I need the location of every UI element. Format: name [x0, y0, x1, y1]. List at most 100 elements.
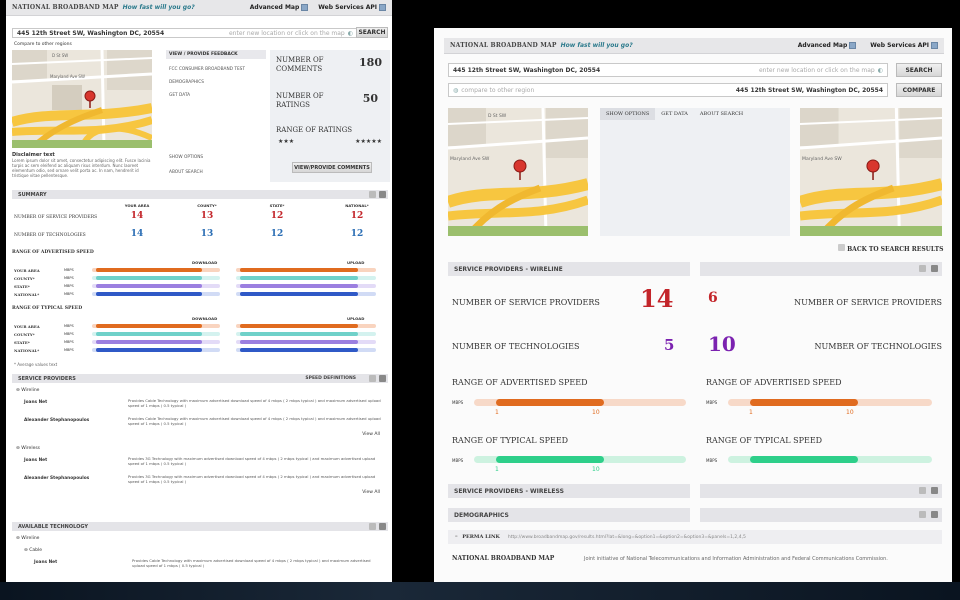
search-button[interactable]: SEARCH [896, 63, 942, 77]
collapse-icon[interactable] [369, 375, 376, 382]
summary-header[interactable]: SUMMARY [12, 190, 388, 199]
provider-name[interactable]: Joans Net [24, 458, 47, 463]
provider-name[interactable]: Alexander Stephanopoulos [24, 418, 89, 423]
wireless-toggle[interactable]: ⊖ Wireless [16, 446, 40, 451]
wireline-header-compare[interactable] [700, 262, 942, 276]
provider-description: Provides Cable Technology with maximum a… [128, 398, 381, 408]
feedback-menu-item[interactable]: VIEW / PROVIDE FEEDBACK [166, 50, 266, 59]
footer-brand[interactable]: NATIONAL BROADBAND MAP [452, 555, 554, 562]
providers-label-compare: NUMBER OF SERVICE PROVIDERS [794, 298, 942, 307]
stars-low: ★★★ [278, 138, 295, 145]
typ-speed-label-compare: RANGE OF TYPICAL SPEED [706, 436, 823, 445]
wireline-toggle[interactable]: ⊖ Wireline [16, 388, 39, 393]
speed-bar [240, 268, 358, 272]
help-icon[interactable] [379, 523, 386, 530]
advanced-map-link[interactable]: Advanced Map [250, 4, 309, 11]
speed-bar [96, 276, 202, 280]
wireline-header[interactable]: SERVICE PROVIDERS - WIRELINE [448, 262, 690, 276]
unit-label: MBPS [706, 458, 718, 463]
search-button[interactable]: SEARCH [356, 27, 388, 38]
collapse-icon[interactable] [369, 191, 376, 198]
demographics-header[interactable]: DEMOGRAPHICS [448, 508, 690, 522]
speed-row-label: NATIONAL* [14, 348, 40, 353]
speed-definitions-link[interactable]: SPEED DEFINITIONS [305, 376, 356, 381]
consumer-test-menu-item[interactable]: FCC CONSUMER BROADBAND TEST [166, 59, 266, 72]
map-view-left[interactable]: Maryland Ave SW D St SW [448, 108, 588, 236]
provider-name[interactable]: Alexander Stephanopoulos [24, 476, 89, 481]
speed-row-label: YOUR AREA [14, 268, 40, 273]
typ-speed-bar [496, 456, 604, 463]
service-providers-header[interactable]: SERVICE PROVIDERS SPEED DEFINITIONS [12, 374, 388, 383]
help-icon[interactable] [931, 511, 938, 518]
tech-value-compare: 10 [708, 332, 736, 356]
collapse-icon[interactable] [919, 511, 926, 518]
svg-text:D St SW: D St SW [52, 53, 68, 58]
map-view-right[interactable]: Maryland Ave SW [800, 108, 942, 236]
tab-show-options[interactable]: SHOW OPTIONS [600, 108, 656, 120]
tab-get-data[interactable]: GET DATA [655, 108, 694, 120]
typ-speed-label: RANGE OF TYPICAL SPEED [452, 436, 569, 445]
speed-bar [240, 340, 358, 344]
tagline: How fast will you go? [122, 4, 195, 11]
compare-input[interactable]: ◍ compare to other region 445 12th Stree… [448, 83, 888, 97]
compare-link[interactable]: Compare to other regions [14, 42, 72, 47]
unit-label: MBPS [64, 276, 74, 280]
brand-title[interactable]: National Broadband Map [450, 42, 557, 49]
tech-cable-toggle[interactable]: ⊖ Cable [24, 548, 42, 553]
speed-row-label: COUNTY* [14, 276, 35, 281]
wireless-header-compare[interactable] [700, 484, 942, 498]
typical-speed-block: RANGE OF TYPICAL SPEED DOWNLOAD UPLOAD Y… [12, 306, 388, 358]
map-view[interactable]: Maryland Ave SW D St SW [12, 50, 152, 148]
providers-label: NUMBER OF SERVICE PROVIDERS [452, 298, 600, 307]
mouse-icon: ◐ [877, 66, 883, 74]
footer-text: Joint initiative of National Telecommuni… [584, 556, 888, 562]
ratings-label: NUMBER OF RATINGS [276, 92, 324, 109]
search-input[interactable]: 445 12th Street SW, Washington DC, 20554… [448, 63, 888, 77]
show-options-menu-item[interactable]: SHOW OPTIONS [169, 155, 203, 160]
demographics-header-compare[interactable] [700, 508, 942, 522]
speed-bar [96, 324, 202, 328]
help-icon[interactable] [931, 265, 938, 272]
collapse-icon[interactable] [369, 523, 376, 530]
help-icon[interactable] [379, 191, 386, 198]
view-all-link[interactable]: View All [362, 432, 380, 437]
provider-name[interactable]: Joans Net [24, 400, 47, 405]
get-data-menu-item[interactable]: GET DATA [166, 85, 266, 98]
desktop-background [0, 582, 960, 600]
speed-bar [96, 332, 202, 336]
collapse-icon[interactable] [919, 487, 926, 494]
view-all-link[interactable]: View All [362, 490, 380, 495]
brand-title[interactable]: National Broadband Map [12, 4, 119, 11]
collapse-icon[interactable] [919, 265, 926, 272]
tab-about-search[interactable]: ABOUT SEARCH [694, 108, 749, 120]
range-ratings-label: RANGE OF RATINGS [276, 126, 353, 134]
speed-bar [240, 292, 358, 296]
help-icon[interactable] [931, 487, 938, 494]
wireless-header[interactable]: SERVICE PROVIDERS - WIRELESS [448, 484, 690, 498]
speed-row-label: STATE* [14, 340, 30, 345]
about-search-menu-item[interactable]: ABOUT SEARCH [169, 170, 203, 175]
search-input[interactable]: 445 12th Street SW, Washington DC, 20554… [12, 28, 358, 38]
api-icon [931, 42, 938, 49]
unit-label: MBPS [64, 268, 74, 272]
tech-wireline-toggle[interactable]: ⊖ Wireline [16, 536, 39, 541]
web-services-link[interactable]: Web Services API [870, 42, 938, 49]
speed-row-label: YOUR AREA [14, 324, 40, 329]
permalink-bar: ⚭ PERMA LINK http://www.broadbandmap.gov… [448, 530, 942, 544]
web-services-link[interactable]: Web Services API [318, 4, 386, 11]
left-screenshot: National Broadband Map How fast will you… [6, 0, 392, 582]
feedback-stats: NUMBER OF COMMENTS 180 NUMBER OF RATINGS… [270, 50, 390, 182]
advanced-map-link[interactable]: Advanced Map [798, 42, 857, 49]
unit-label: MBPS [452, 458, 464, 463]
demographics-menu-item[interactable]: DEMOGRAPHICS [166, 72, 266, 85]
adv-speed-label-compare: RANGE OF ADVERTISED SPEED [706, 378, 842, 387]
view-comments-button[interactable]: VIEW/PROVIDE COMMENTS [292, 162, 372, 173]
compare-button[interactable]: COMPARE [896, 83, 942, 97]
svg-text:Maryland Ave SW: Maryland Ave SW [450, 156, 490, 162]
available-technology-header[interactable]: AVAILABLE TECHNOLOGY [12, 522, 388, 531]
permalink-url[interactable]: http://www.broadbandmap.gov/results.html… [508, 535, 746, 540]
help-icon[interactable] [379, 375, 386, 382]
tech-item-text: Provides Cable Technology with maximum a… [132, 558, 371, 568]
back-to-results-link[interactable]: BACK TO SEARCH RESULTS [838, 244, 943, 253]
tech-item-name[interactable]: Joans Net [34, 560, 57, 565]
